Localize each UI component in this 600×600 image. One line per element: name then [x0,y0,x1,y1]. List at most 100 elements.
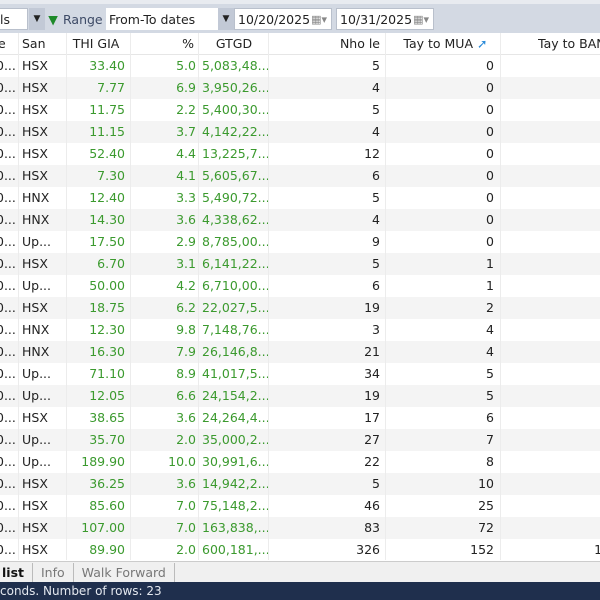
range-combo[interactable]: From-To dates [106,8,218,30]
table-row[interactable]: 0... HSX 11.15 3.7 4,142,22... 4 00 [0,121,600,143]
table-row[interactable]: 0... Up... 189.90 10.0 30,991,6... 22 80 [0,451,600,473]
table-row[interactable]: 0... HSX 38.65 3.6 24,264,4... 17 61 [0,407,600,429]
date-cell: 0... [0,454,16,469]
gtgd-cell: 26,146,8... [202,344,268,359]
tay-to-ban-cell: 0 [500,385,600,407]
tab-info[interactable]: Info [33,562,74,582]
san-cell: HSX [22,410,48,425]
divider [500,33,501,560]
tay-to-ban-cell: 0 [500,121,600,143]
col-header-tay-to-ban[interactable]: Tay to BAN [538,33,600,55]
gtgd-cell: 7,148,76... [202,322,268,337]
nho-le-cell: 4 [372,212,380,227]
table-row[interactable]: 0... HSX 7.30 4.1 5,605,67... 6 00 [0,165,600,187]
percent-cell: 6.6 [176,388,196,403]
nho-le-cell: 34 [364,366,380,381]
tay-to-mua-cell: 5 [486,366,494,381]
col-header-percent[interactable]: % [130,33,194,55]
table-row[interactable]: 0... HNX 12.40 3.3 5,490,72... 5 00 [0,187,600,209]
table-row[interactable]: 0... Up... 17.50 2.9 8,785,00... 9 00 [0,231,600,253]
table-row[interactable]: 0... HSX 89.90 2.0 600,181,... 326 152 11 [0,539,600,561]
tay-to-ban-cell: 0 [500,77,600,99]
date-cell: 0... [0,344,16,359]
table-row[interactable]: 0... HSX 36.25 3.6 14,942,2... 5 10 0 [0,473,600,495]
thi-gia-cell: 33.40 [89,58,125,73]
date-cell: 0... [0,256,16,271]
date-cell: 0... [0,322,16,337]
table-row[interactable]: 0... Up... 35.70 2.0 35,000,2... 27 71 [0,429,600,451]
thi-gia-cell: 17.50 [89,234,125,249]
tab-list[interactable]: list [0,562,33,582]
date-cell: 0... [0,498,16,513]
nho-le-cell: 5 [372,476,380,491]
table-row[interactable]: 0... Up... 12.05 6.6 24,154,2... 19 50 [0,385,600,407]
thi-gia-cell: 18.75 [89,300,125,315]
thi-gia-cell: 7.30 [97,168,125,183]
nho-le-cell: 5 [372,102,380,117]
san-cell: Up... [22,366,52,381]
col-header-thi-gia[interactable]: THI GIA [66,33,126,55]
percent-cell: 6.2 [176,300,196,315]
tay-to-mua-cell: 7 [486,432,494,447]
nho-le-cell: 4 [372,124,380,139]
table-row[interactable]: 0... HNX 14.30 3.6 4,338,62... 4 00 [0,209,600,231]
table-row[interactable]: 0... HNX 16.30 7.9 26,146,8... 21 40 [0,341,600,363]
table-row[interactable]: 0... HSX 52.40 4.4 13,225,7... 12 01 [0,143,600,165]
thi-gia-cell: 52.40 [89,146,125,161]
table-row[interactable]: 0... HSX 107.00 7.0 163,838,... 83 72 4 [0,517,600,539]
filter-icon[interactable]: ▼ [46,8,60,30]
table-row[interactable]: 0... HSX 7.77 6.9 3,950,26... 4 00 [0,77,600,99]
col-header-san[interactable]: San [22,33,66,55]
divider [130,33,131,560]
tay-to-mua-cell: 0 [486,190,494,205]
range-label: Range [63,11,103,27]
san-cell: Up... [22,454,52,469]
date-cell: 0... [0,410,16,425]
table-row[interactable]: 0... HSX 85.60 7.0 75,148,2... 46 25 1 [0,495,600,517]
col-header-gtgd[interactable]: GTGD [200,33,268,55]
divider [66,33,67,560]
gtgd-cell: 41,017,5... [202,366,268,381]
table-row[interactable]: 0... HSX 33.40 5.0 5,083,48... 5 00 [0,55,600,77]
table-row[interactable]: 0... HSX 18.75 6.2 22,027,5... 19 20 [0,297,600,319]
date-cell: 0... [0,432,16,447]
tay-to-ban-cell: 0 [500,319,600,341]
calendar-icon[interactable]: ▦▾ [311,13,327,26]
tay-to-ban-cell: 0 [500,253,600,275]
calendar-icon[interactable]: ▦▾ [413,13,429,26]
date-cell: 0... [0,300,16,315]
table-row[interactable]: 0... Up... 50.00 4.2 6,710,00... 6 10 [0,275,600,297]
tay-to-mua-cell: 0 [486,58,494,73]
gtgd-cell: 75,148,2... [202,498,268,513]
sort-icon[interactable]: ➚ [477,33,491,55]
san-cell: HSX [22,300,48,315]
chevron-down-icon[interactable]: ▼ [218,8,234,30]
tab-walk-forward[interactable]: Walk Forward [74,562,175,582]
gtgd-cell: 35,000,2... [202,432,268,447]
thi-gia-cell: 12.05 [89,388,125,403]
thi-gia-cell: 35.70 [89,432,125,447]
tay-to-ban-cell: 1 [500,407,600,429]
table-row[interactable]: 0... HNX 12.30 9.8 7,148,76... 3 40 [0,319,600,341]
tay-to-ban-cell: 1 [500,495,600,517]
chevron-down-icon[interactable]: ▼ [29,8,45,30]
san-cell: HSX [22,520,48,535]
date-cell: 0... [0,124,16,139]
col-header-date[interactable]: e [0,33,16,55]
symbol-list-combo[interactable]: ls [0,8,28,30]
thi-gia-cell: 11.75 [89,102,125,117]
col-header-nho-le[interactable]: Nho le [268,33,380,55]
date-to-picker[interactable]: 10/31/2025 ▦▾ [336,8,434,30]
thi-gia-cell: 7.77 [97,80,125,95]
gtgd-cell: 163,838,... [202,520,268,535]
table-row[interactable]: 0... HSX 6.70 3.1 6,141,22... 5 10 [0,253,600,275]
toolbar: ls ▼ ▼ Range From-To dates ▼ 10/20/2025 ▦… [0,0,600,33]
date-cell: 0... [0,542,16,557]
col-header-tay-to-mua[interactable]: Tay to MUA [385,33,473,55]
san-cell: HSX [22,256,48,271]
date-from-picker[interactable]: 10/20/2025 ▦▾ [234,8,332,30]
table-row[interactable]: 0... HSX 11.75 2.2 5,400,30... 5 00 [0,99,600,121]
san-cell: Up... [22,388,52,403]
table-row[interactable]: 0... Up... 71.10 8.9 41,017,5... 34 50 [0,363,600,385]
tay-to-mua-cell: 72 [478,520,494,535]
